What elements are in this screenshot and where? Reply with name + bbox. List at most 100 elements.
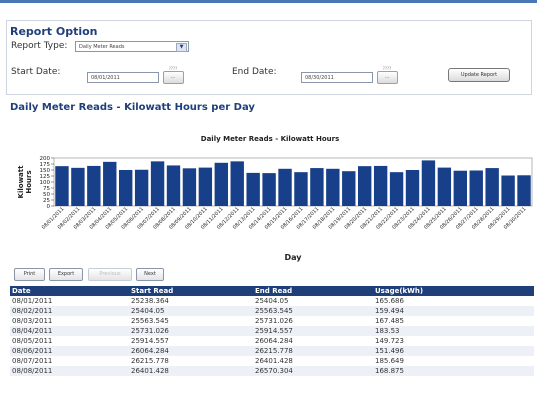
- cell-start-read: 25563.545: [131, 317, 169, 325]
- export-button[interactable]: Export: [49, 268, 83, 281]
- cell-start-read: 26215.778: [131, 357, 169, 365]
- calendar-icon[interactable]: ...: [162, 71, 184, 84]
- cell-end-read: 26215.778: [253, 346, 373, 356]
- bar: [150, 161, 165, 206]
- y-axis-label: Kilowatt: [17, 165, 25, 199]
- start-date-calendar-button[interactable]: ???? ...: [162, 66, 184, 86]
- bar: [373, 165, 388, 206]
- cell-date: 08/02/2011: [10, 306, 129, 316]
- report-type-value: Daily Meter Reads: [79, 44, 125, 50]
- end-date-input[interactable]: 08/30/2011: [301, 72, 373, 83]
- bar: [71, 167, 85, 206]
- cell-end-read: 26401.428: [255, 357, 293, 365]
- y-tick-label: 175: [40, 162, 51, 168]
- cell-date: 08/03/2011: [12, 317, 53, 325]
- bar: [278, 168, 292, 206]
- y-tick-label: 125: [40, 174, 51, 180]
- end-date-calendar-button[interactable]: ???? ...: [376, 66, 398, 86]
- print-button[interactable]: Print: [14, 268, 45, 281]
- top-border: [0, 0, 537, 3]
- bar: [310, 168, 324, 206]
- bar: [134, 169, 149, 206]
- cell-end-read: 26064.284: [255, 337, 293, 345]
- x-axis-label: Day: [284, 253, 302, 262]
- cell-usage: 167.485: [375, 317, 404, 325]
- cell-usage: 185.649: [375, 357, 404, 365]
- bar: [326, 168, 340, 206]
- cell-date: 08/05/2011: [12, 337, 53, 345]
- table-row: 08/02/2011 25404.05 25563.545 159.494: [10, 306, 534, 316]
- y-axis-label: Hours: [25, 170, 33, 193]
- bar: [453, 170, 467, 206]
- report-type-label: Report Type:: [11, 41, 68, 51]
- cell-start-read: 25731.026: [129, 326, 253, 336]
- table-row: 08/08/2011 26401.428 26570.304 168.875: [10, 366, 534, 376]
- column-header-usage[interactable]: Usage(kWh): [373, 286, 534, 296]
- bar: [246, 172, 260, 206]
- y-tick-label: 100: [40, 180, 51, 186]
- cell-end-read: 25563.545: [253, 306, 373, 316]
- cell-usage: 183.53: [373, 326, 534, 336]
- chevron-down-icon[interactable]: ▼: [176, 43, 187, 52]
- chart-title: Daily Meter Reads - Kilowatt Hours: [201, 135, 339, 143]
- calendar-icon[interactable]: ...: [376, 71, 398, 84]
- bar: [469, 170, 483, 206]
- usage-chart: Daily Meter Reads - Kilowatt Hours 025507…: [17, 135, 533, 262]
- cell-end-read: 25914.557: [253, 326, 373, 336]
- table-header-row: Date Start Read End Read Usage(kWh): [10, 286, 534, 296]
- bar: [517, 175, 531, 206]
- bar: [87, 165, 101, 206]
- table-row: 08/05/2011 25914.557 26064.284 149.723: [10, 336, 534, 346]
- next-button[interactable]: Next: [136, 268, 164, 281]
- cell-date: 08/07/2011: [12, 357, 53, 365]
- section-title: Daily Meter Reads - Kilowatt Hours per D…: [10, 102, 255, 113]
- y-tick-label: 75: [43, 186, 50, 192]
- table-row: 08/01/2011 25238.364 25404.05 165.686: [10, 296, 534, 306]
- y-tick-label: 50: [43, 192, 50, 198]
- cell-date: 08/04/2011: [10, 326, 129, 336]
- table-row: 08/07/2011 26215.778 26401.428 185.649: [10, 356, 534, 366]
- cell-end-read: 25731.026: [255, 317, 293, 325]
- previous-button[interactable]: Previous: [88, 268, 132, 281]
- cell-start-read: 25914.557: [131, 337, 169, 345]
- cell-usage: 151.496: [373, 346, 534, 356]
- bar: [119, 170, 133, 206]
- column-header-end-read[interactable]: End Read: [253, 286, 373, 296]
- cell-usage: 165.686: [375, 297, 404, 305]
- bar: [198, 167, 213, 206]
- bar: [103, 161, 117, 206]
- y-tick-label: 150: [40, 168, 51, 174]
- bar: [55, 166, 69, 206]
- cell-start-read: 25238.364: [131, 297, 169, 305]
- cell-usage: 159.494: [373, 306, 534, 316]
- bar: [230, 161, 244, 206]
- y-tick-label: 0: [47, 204, 51, 210]
- bar: [389, 172, 404, 206]
- cell-start-read: 26064.284: [129, 346, 253, 356]
- bar: [485, 168, 499, 206]
- start-date-input[interactable]: 08/01/2011: [87, 72, 159, 83]
- report-type-select[interactable]: Daily Meter Reads ▼: [75, 41, 189, 52]
- bar: [262, 173, 276, 206]
- bar: [294, 172, 308, 206]
- cell-end-read: 25404.05: [255, 297, 289, 305]
- table-row: 08/06/2011 26064.284 26215.778 151.496: [10, 346, 534, 356]
- cell-start-read: 25404.05: [129, 306, 253, 316]
- column-header-date[interactable]: Date: [10, 286, 129, 296]
- bar: [405, 170, 420, 206]
- start-date-label: Start Date:: [11, 67, 61, 77]
- bar: [358, 166, 372, 206]
- cell-date: 08/06/2011: [10, 346, 129, 356]
- table-row: 08/03/2011 25563.545 25731.026 167.485: [10, 316, 534, 326]
- y-tick-label: 200: [40, 156, 51, 162]
- bar: [437, 167, 452, 206]
- cell-usage: 168.875: [373, 366, 534, 376]
- end-date-label: End Date:: [232, 67, 277, 77]
- update-report-button[interactable]: Update Report: [448, 68, 510, 82]
- bar: [501, 175, 515, 206]
- report-option-title: Report Option: [10, 25, 98, 38]
- column-header-start-read[interactable]: Start Read: [129, 286, 253, 296]
- cell-usage: 149.723: [375, 337, 404, 345]
- bar: [421, 160, 436, 206]
- bar: [342, 171, 356, 206]
